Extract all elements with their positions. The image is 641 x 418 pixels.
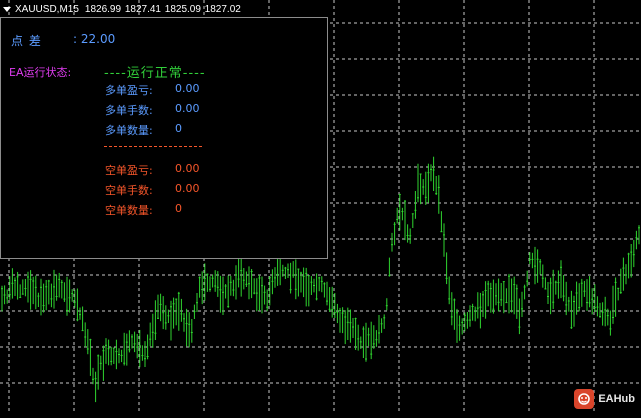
long-profit-label: 多单盈亏:: [105, 84, 153, 97]
eahub-watermark: EAHub: [574, 389, 635, 409]
chart-header: XAUUSD,M15 1826.99 1827.41 1825.09 1827.…: [3, 2, 241, 16]
chart-ohlc: 1826.99 1827.41 1825.09 1827.02: [84, 3, 241, 15]
ea-status-label: EA运行状态:: [9, 66, 72, 79]
ea-status-value: ----运行正常----: [104, 66, 206, 81]
ea-info-panel: 点 差 : 22.00 EA运行状态: ----运行正常---- 多单盈亏: 0…: [0, 17, 328, 259]
long-profit-value: 0.00: [175, 82, 200, 95]
spread-label: 点 差: [11, 34, 42, 48]
chart-menu-arrow-icon[interactable]: [3, 6, 11, 12]
long-count-value: 0: [175, 122, 182, 135]
long-count-label: 多单数量:: [105, 124, 153, 137]
chart-symbol: XAUUSD,M15: [15, 3, 79, 15]
short-profit-value: 0.00: [175, 162, 200, 175]
short-count-label: 空单数量:: [105, 204, 153, 217]
watermark-text: EAHub: [598, 393, 635, 405]
long-lots-value: 0.00: [175, 102, 200, 115]
short-profit-label: 空单盈亏:: [105, 164, 153, 177]
short-lots-label: 空单手数:: [105, 184, 153, 197]
long-lots-label: 多单手数:: [105, 104, 153, 117]
short-lots-value: 0.00: [175, 182, 200, 195]
short-count-value: 0: [175, 202, 182, 215]
eahub-logo-icon: [574, 389, 595, 409]
panel-divider: [104, 146, 202, 147]
spread-value: : 22.00: [73, 32, 116, 46]
